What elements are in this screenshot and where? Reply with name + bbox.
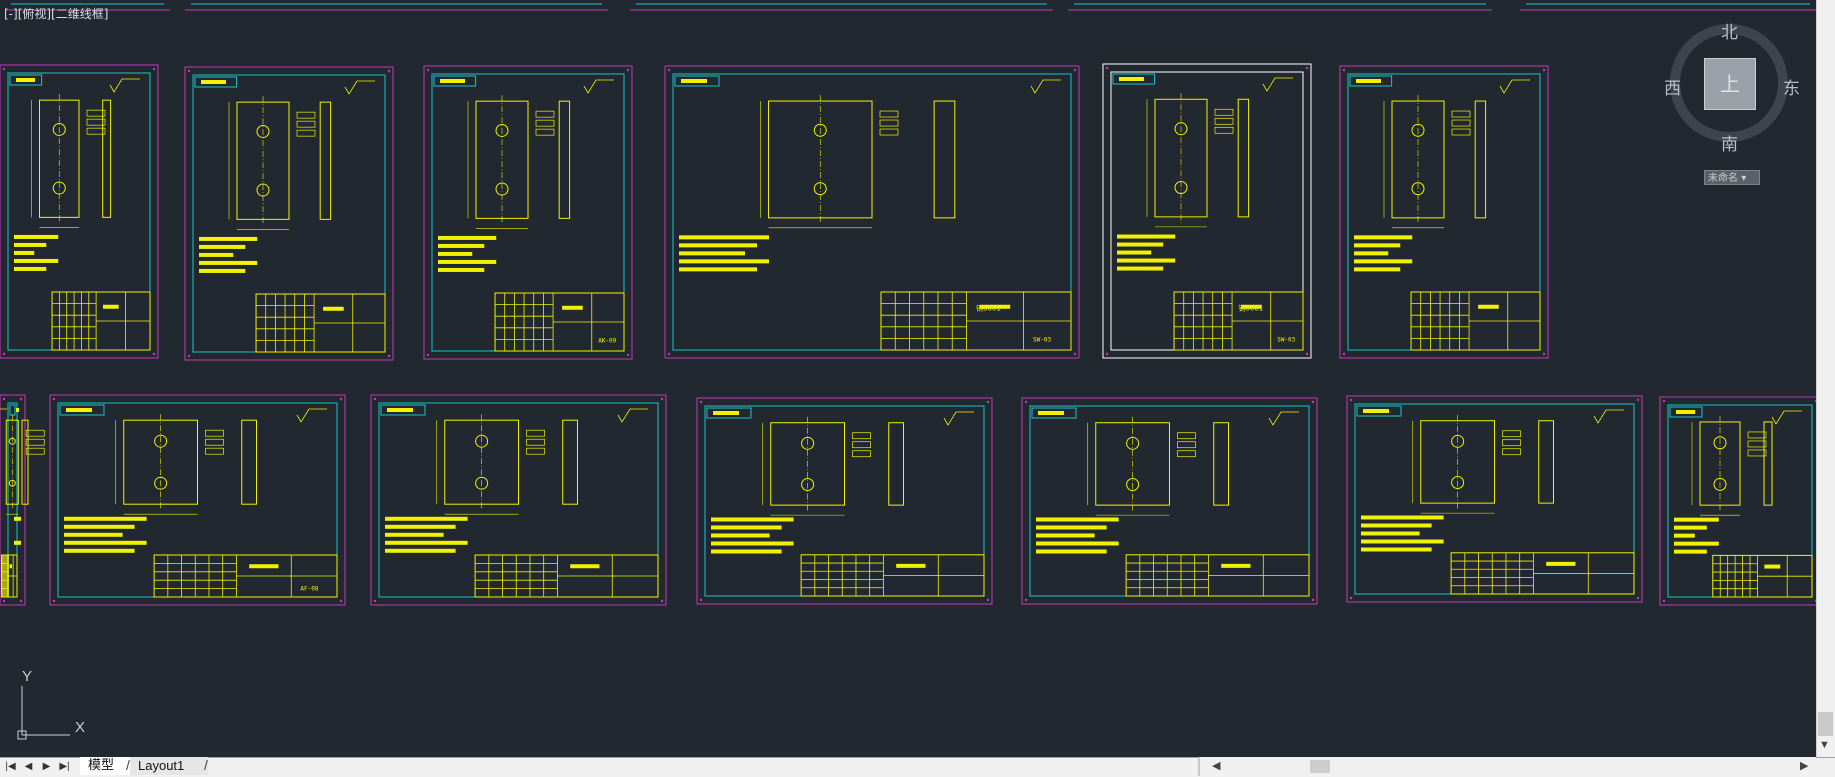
first-tab-icon[interactable]: |◀	[2, 758, 19, 775]
drawing-sheet[interactable]	[696, 397, 993, 605]
ucs-y-label: Y	[22, 668, 33, 685]
part-number: AK-09	[598, 337, 616, 344]
part-number: SW-03	[1033, 336, 1051, 343]
viewcube-south[interactable]: 南	[1721, 130, 1738, 155]
tab-divider: /	[204, 757, 208, 773]
wcs-label: 未命名	[1708, 173, 1738, 184]
title-block-code: 钢0001	[976, 304, 1001, 313]
partial-sheet	[185, 3, 608, 11]
viewcube-top-face[interactable]: 上	[1704, 58, 1756, 110]
partial-sheet	[1068, 3, 1492, 11]
scroll-left-arrow-icon[interactable]: ◀	[1212, 759, 1220, 772]
ucs-x-label: X	[75, 719, 86, 736]
prev-tab-icon[interactable]: ◀	[20, 758, 37, 775]
viewcube[interactable]: 北 南 东 西 上 未命名 ▾	[1660, 18, 1800, 188]
drawing-sheet[interactable]: 钢0001 SW-03	[664, 65, 1080, 359]
drawing-sheet[interactable]	[1346, 395, 1643, 603]
viewcube-west[interactable]: 西	[1664, 74, 1681, 99]
drawing-canvas[interactable]: AK-09 钢0001 SW-03 钢0001 SW-03 AF-08	[0, 0, 1835, 776]
scroll-down-arrow-icon[interactable]: ▼	[1819, 739, 1830, 751]
tab-layout1[interactable]: Layout1	[130, 757, 208, 775]
next-tab-icon[interactable]: ▶	[38, 758, 55, 775]
drawing-sheet[interactable]: AK-09	[423, 65, 633, 360]
scroll-right-arrow-icon[interactable]: ▶	[1800, 759, 1808, 772]
partial-sheet	[630, 3, 1053, 11]
vertical-scroll-thumb[interactable]	[1818, 712, 1833, 736]
drawing-sheet[interactable]	[370, 394, 667, 606]
tab-model[interactable]: 模型	[80, 757, 130, 775]
wcs-dropdown[interactable]: 未命名 ▾	[1704, 170, 1760, 185]
title-block-code: 钢0001	[1239, 304, 1264, 313]
ucs-icon	[17, 686, 70, 740]
drawing-sheet[interactable]	[184, 66, 394, 361]
horizontal-scrollbar[interactable]	[1200, 757, 1816, 776]
chevron-down-icon: ▾	[1741, 173, 1747, 184]
drawing-sheet[interactable]: 钢0001 SW-03	[1102, 63, 1312, 359]
vertical-scrollbar[interactable]	[1816, 0, 1835, 757]
viewcube-east[interactable]: 东	[1783, 74, 1800, 99]
viewcube-north[interactable]: 北	[1721, 18, 1738, 43]
drawing-sheet[interactable]	[1021, 397, 1318, 605]
horizontal-scroll-thumb[interactable]	[1310, 760, 1330, 773]
drawing-sheet[interactable]	[1659, 396, 1821, 606]
part-number: SW-03	[1277, 336, 1295, 343]
part-number: AF-08	[300, 586, 318, 593]
drawing-sheet[interactable]	[1339, 65, 1549, 359]
last-tab-icon[interactable]: ▶|	[56, 758, 73, 775]
partial-sheet	[1520, 3, 1816, 11]
